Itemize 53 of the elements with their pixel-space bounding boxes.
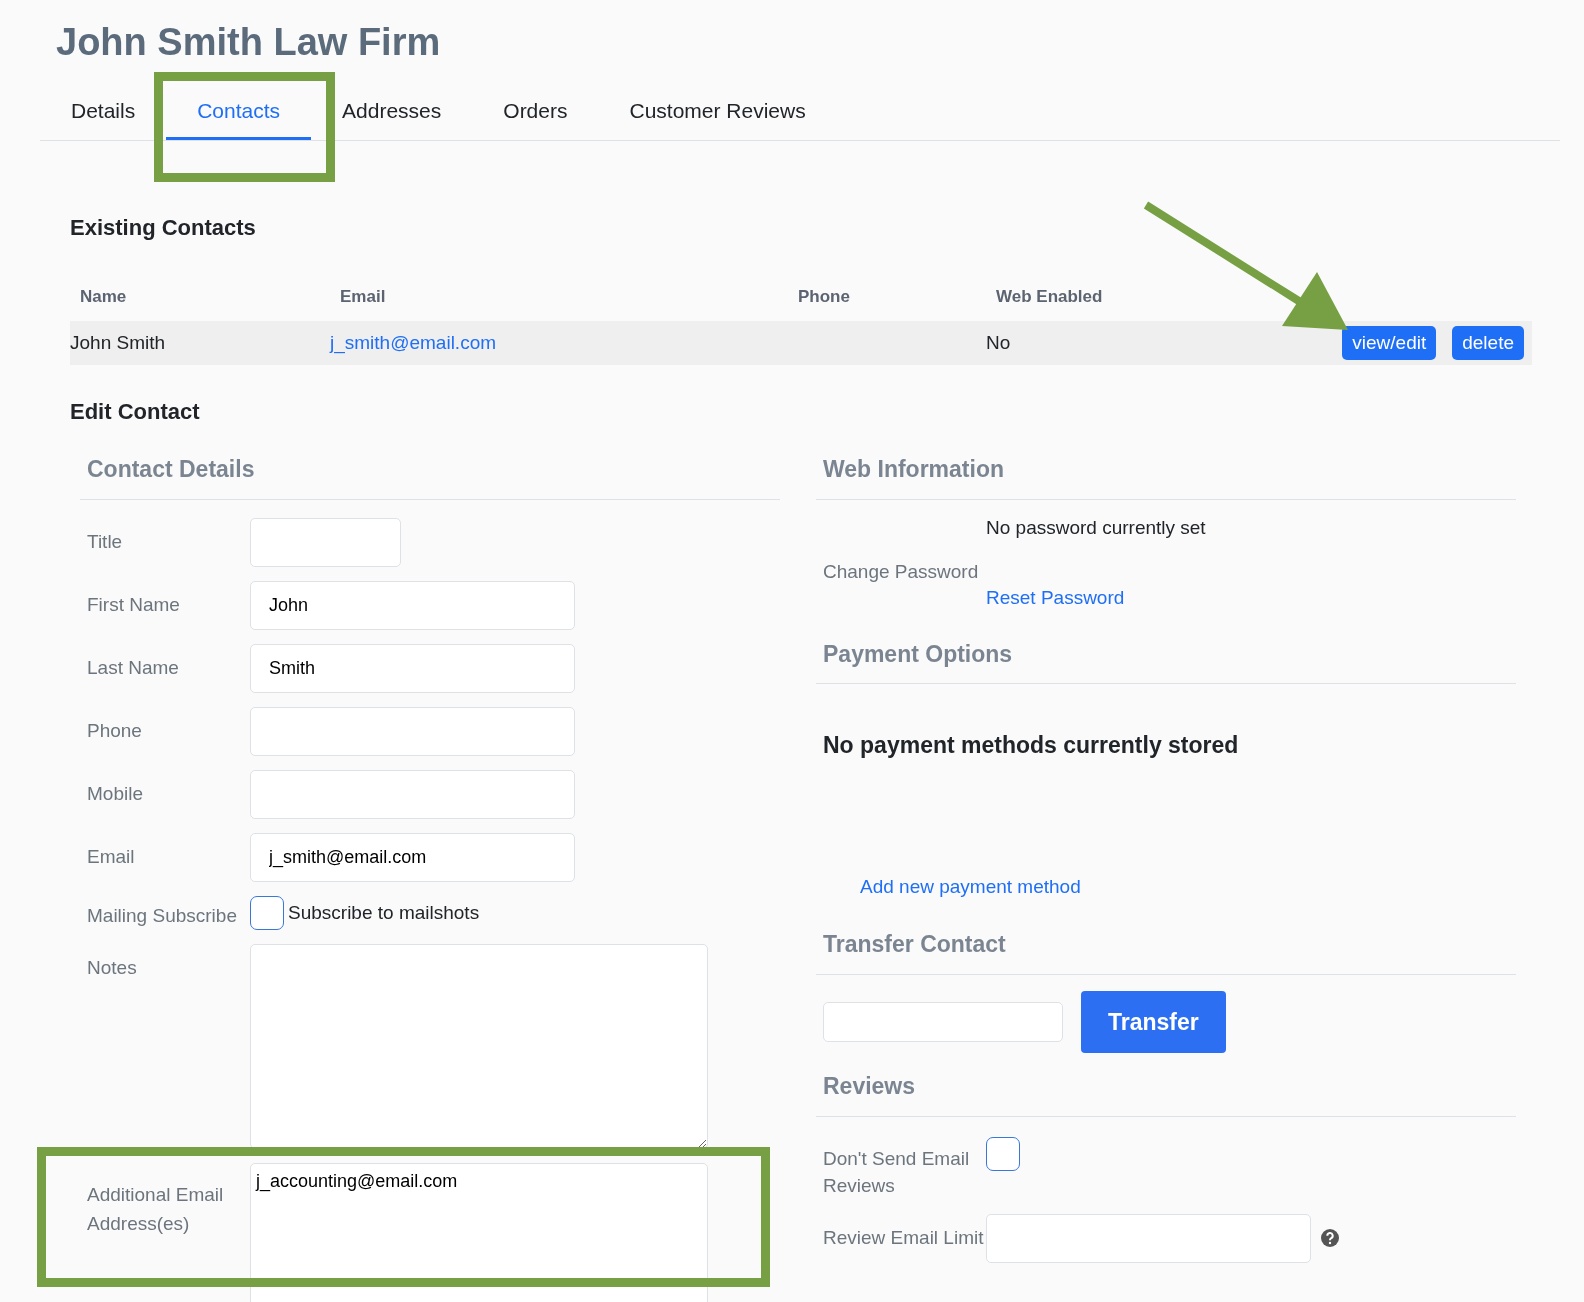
- text-area[interactable]: [250, 944, 708, 1149]
- section-heading: Payment Options: [816, 636, 1516, 684]
- payment-message: No payment methods currently stored: [823, 731, 1240, 760]
- view-edit-button[interactable]: view/edit: [1342, 325, 1437, 361]
- input-field[interactable]: Smith: [250, 643, 575, 693]
- field-label: Don't Send Email Reviews: [822, 1146, 971, 1199]
- column-header: Name: [80, 286, 127, 306]
- tab[interactable]: Orders: [472, 87, 599, 140]
- section-heading: Existing Contacts: [70, 213, 257, 242]
- tab[interactable]: Addresses: [311, 87, 473, 140]
- field-label: Mailing Subscribe: [86, 903, 238, 928]
- field-label: Review Email Limit: [822, 1225, 985, 1250]
- table-cell: No: [986, 331, 1011, 353]
- column-header: Web Enabled: [996, 286, 1103, 306]
- input-field[interactable]: [250, 769, 575, 819]
- column-header: Phone: [798, 286, 850, 306]
- column-header: Email: [340, 286, 386, 306]
- table-cell: John Smith: [70, 331, 166, 353]
- section-heading: Reviews: [816, 1069, 1516, 1117]
- section-heading: Web Information: [816, 452, 1516, 500]
- page-title: John Smith Law Firm: [56, 20, 442, 65]
- section-heading: Edit Contact: [70, 398, 201, 426]
- email-link[interactable]: j_smith@email.com: [330, 331, 497, 353]
- field-label: Mobile: [86, 781, 144, 806]
- input-field[interactable]: [823, 1001, 1063, 1042]
- checkbox-label: Subscribe to mailshots: [288, 900, 480, 925]
- tab[interactable]: Customer Reviews: [598, 87, 837, 140]
- input-field[interactable]: [250, 706, 575, 756]
- help-icon[interactable]: [1321, 1228, 1339, 1247]
- field-label: Additional Email Address(es): [86, 1183, 225, 1236]
- input-field[interactable]: John: [250, 580, 575, 630]
- text-area[interactable]: j_accounting@email.com: [250, 1163, 708, 1302]
- section-heading: Contact Details: [80, 452, 780, 500]
- transfer-button[interactable]: Transfer: [1081, 990, 1226, 1053]
- reset-password-link[interactable]: Reset Password: [986, 584, 1125, 613]
- section-heading: Transfer Contact: [816, 927, 1516, 975]
- input-field[interactable]: [986, 1213, 1311, 1263]
- password-status: No password currently set: [986, 515, 1206, 540]
- field-label: Phone: [86, 718, 143, 743]
- input-field[interactable]: j_smith@email.com: [250, 832, 575, 882]
- tab[interactable]: Contacts: [166, 87, 312, 140]
- checkbox[interactable]: [986, 1136, 1020, 1171]
- add-payment-link[interactable]: Add new payment method: [860, 875, 1081, 897]
- field-label: Email: [86, 844, 136, 869]
- field-label: Notes: [86, 956, 138, 980]
- checkbox[interactable]: [250, 895, 284, 930]
- input-field[interactable]: [250, 517, 401, 567]
- delete-button[interactable]: delete: [1452, 325, 1524, 361]
- field-label: Title: [86, 529, 124, 554]
- tab[interactable]: Details: [40, 87, 167, 140]
- field-label: Last Name: [86, 655, 180, 680]
- field-label: Change Password: [822, 559, 980, 584]
- field-label: First Name: [86, 592, 181, 617]
